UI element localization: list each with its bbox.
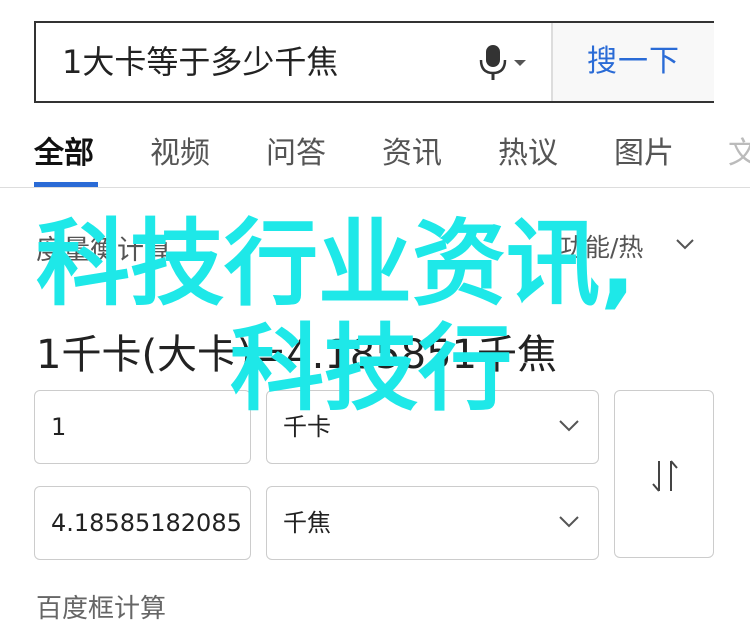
from-value: 1 <box>51 413 67 441</box>
converter-category[interactable]: 功能/热 <box>560 228 643 264</box>
footer-label: 百度框计算 <box>36 594 167 624</box>
to-unit-select[interactable]: 千焦 <box>266 486 599 560</box>
tab-hot[interactable]: 热议 <box>498 128 558 172</box>
tabs-divider <box>0 187 750 188</box>
to-value: 4.18585182085 <box>51 509 242 537</box>
search-box: 1大卡等于多少千焦 搜一下 <box>34 21 714 103</box>
microphone-icon[interactable] <box>476 45 510 81</box>
swap-icon <box>652 460 678 492</box>
tab-video[interactable]: 视频 <box>150 128 210 172</box>
to-unit: 千焦 <box>283 509 331 537</box>
tab-qa[interactable]: 问答 <box>266 128 326 172</box>
from-unit-select[interactable]: 千卡 <box>266 390 599 464</box>
from-value-input[interactable]: 1 <box>34 390 251 464</box>
converter-title: 度量衡计算 <box>36 235 171 266</box>
caret-down-icon[interactable] <box>514 60 526 66</box>
chevron-down-icon[interactable] <box>675 234 695 254</box>
from-unit: 千卡 <box>283 413 331 441</box>
chevron-down-icon <box>559 516 579 528</box>
tab-text[interactable]: 文 <box>728 128 750 172</box>
result-tabs: 全部 视频 问答 资讯 热议 图片 文 <box>0 120 750 188</box>
search-button[interactable]: 搜一下 <box>553 23 714 101</box>
tab-news[interactable]: 资讯 <box>382 128 442 172</box>
chevron-down-icon <box>559 420 579 432</box>
tab-images[interactable]: 图片 <box>614 128 674 172</box>
tab-all[interactable]: 全部 <box>34 128 94 172</box>
swap-units-button[interactable] <box>614 390 714 558</box>
conversion-result: 1千卡(大卡)=4.185851千焦 <box>36 332 558 378</box>
search-input[interactable]: 1大卡等于多少千焦 <box>62 23 338 101</box>
to-value-input[interactable]: 4.18585182085 <box>34 486 251 560</box>
